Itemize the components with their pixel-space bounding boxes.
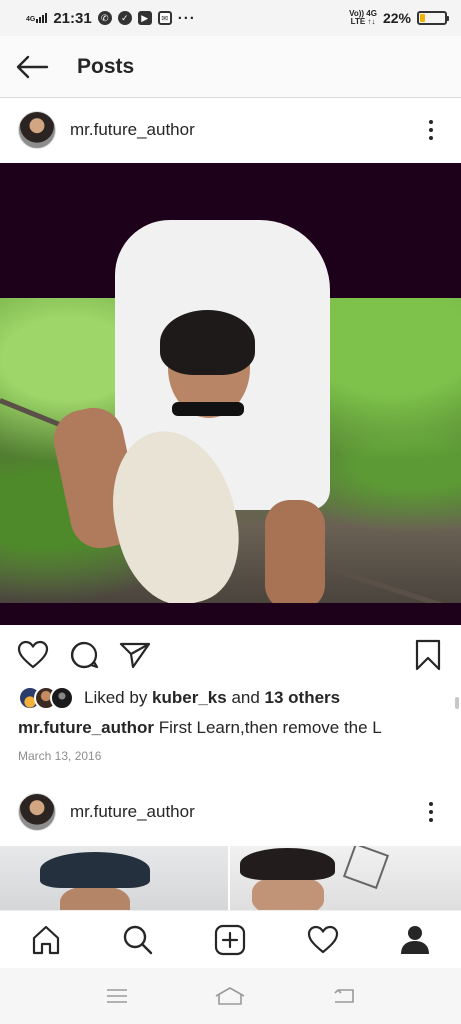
nav-activity-button[interactable] [300, 917, 346, 963]
post-username[interactable]: mr.future_author [70, 802, 195, 822]
dot-icon [429, 802, 433, 806]
liked-by-prefix: Liked by [84, 688, 153, 707]
network-type: 4G [26, 16, 36, 23]
more-options-button[interactable] [421, 797, 441, 827]
nav-profile-button[interactable] [392, 917, 438, 963]
arrow-left-icon [16, 55, 49, 78]
youtube-icon: ▶ [137, 11, 152, 25]
likes-row[interactable]: Liked by kuber_ks and 13 others [18, 686, 340, 710]
liker-avatar [50, 686, 74, 710]
liked-by-user[interactable]: kuber_ks [152, 688, 227, 708]
status-right: Vo)) 4G LTE ↑↓ 22% [349, 10, 449, 26]
whatsapp-icon: ✆ [97, 11, 112, 25]
post-caption: mr.future_author First Learn,then remove… [18, 718, 382, 738]
subject-face [252, 876, 324, 910]
post-actions [0, 632, 461, 678]
subject-hair [240, 848, 335, 880]
bookmark-icon [415, 639, 441, 671]
nav-add-post-button[interactable] [207, 917, 253, 963]
lamp-shape [342, 846, 390, 890]
post-photo[interactable] [0, 163, 461, 625]
save-button[interactable] [411, 638, 445, 672]
liked-by-count[interactable]: 13 others [265, 688, 341, 708]
liker-avatars [18, 686, 74, 710]
subject-hair [160, 310, 255, 375]
battery-percent: 22% [382, 10, 411, 26]
app-header: Posts [0, 36, 461, 98]
home-icon [32, 925, 60, 954]
post-header: mr.future_author [0, 98, 461, 162]
activity-heart-icon [307, 925, 338, 953]
status-time: 21:31 [53, 9, 92, 27]
liked-by-mid: and [226, 688, 265, 707]
signal-indicator: 4G [26, 13, 48, 23]
subject-sunglasses [172, 402, 244, 416]
status-bar: 4G 21:31 ✆ ✓ ▶ ✉ ··· Vo)) 4G LTE ↑↓ 22% [0, 0, 461, 36]
check-circle-icon: ✓ [117, 11, 132, 25]
more-options-button[interactable] [421, 115, 441, 145]
dot-icon [429, 120, 433, 124]
volte-indicator: Vo)) 4G LTE ↑↓ [349, 10, 377, 26]
heart-icon [17, 640, 49, 669]
comment-icon [70, 641, 99, 669]
photo-frame-bottom [0, 603, 461, 625]
like-button[interactable] [16, 638, 50, 672]
post-date: March 13, 2016 [18, 749, 102, 763]
post-photo[interactable] [0, 846, 461, 910]
photo-panel-right [230, 846, 461, 910]
gmail-icon: ✉ [157, 11, 172, 25]
add-post-icon [215, 924, 246, 955]
subject-arm [265, 500, 325, 610]
signal-bars-icon [36, 13, 48, 23]
dot-icon [429, 810, 433, 814]
more-notifications-icon: ··· [177, 9, 196, 27]
system-home-button[interactable] [210, 976, 250, 1016]
battery-icon [417, 11, 449, 25]
page-title: Posts [77, 54, 135, 78]
status-left: 4G 21:31 ✆ ✓ ▶ ✉ ··· [26, 10, 196, 27]
back-button[interactable] [2, 36, 62, 98]
dot-icon [429, 136, 433, 140]
profile-icon [400, 925, 429, 954]
avatar[interactable] [18, 793, 56, 831]
search-icon [124, 925, 153, 954]
post-header: mr.future_author [0, 780, 461, 844]
scrollbar[interactable] [455, 697, 459, 709]
volte-bottom: LTE ↑↓ [350, 17, 376, 26]
subject-hair [40, 852, 150, 888]
system-navigation [0, 968, 461, 1024]
back-icon [334, 989, 354, 1003]
avatar[interactable] [18, 111, 56, 149]
home-icon [216, 987, 245, 1005]
nav-home-button[interactable] [23, 917, 69, 963]
menu-icon [106, 989, 127, 1003]
photo-panel-left [0, 846, 230, 910]
system-menu-button[interactable] [97, 976, 137, 1016]
post-username[interactable]: mr.future_author [70, 120, 195, 140]
dot-icon [429, 818, 433, 822]
comment-button[interactable] [67, 638, 101, 672]
share-button[interactable] [118, 638, 152, 672]
nav-search-button[interactable] [115, 917, 161, 963]
battery-fill [420, 14, 426, 22]
paper-plane-icon [119, 642, 151, 669]
subject-face [60, 886, 130, 910]
system-back-button[interactable] [324, 976, 364, 1016]
caption-text: First Learn,then remove the L [154, 718, 382, 737]
caption-username[interactable]: mr.future_author [18, 718, 154, 737]
dot-icon [429, 128, 433, 132]
bottom-navigation [0, 910, 461, 968]
